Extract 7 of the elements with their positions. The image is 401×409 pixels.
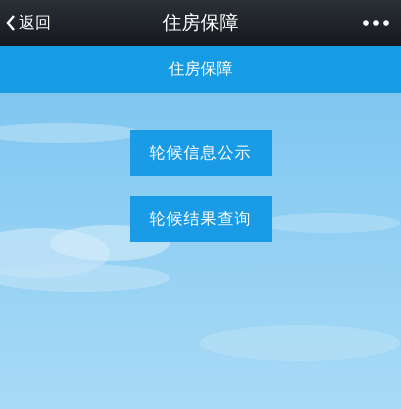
- menu-button[interactable]: 轮候结果查询: [130, 196, 272, 242]
- more-icon[interactable]: [363, 20, 389, 26]
- back-button[interactable]: 返回: [2, 6, 55, 40]
- chevron-icon: [6, 14, 16, 32]
- menu-button[interactable]: 轮候信息公示: [130, 130, 272, 176]
- nav-title: 住房保障: [162, 12, 238, 34]
- page-header-title: 住房保障: [168, 59, 232, 80]
